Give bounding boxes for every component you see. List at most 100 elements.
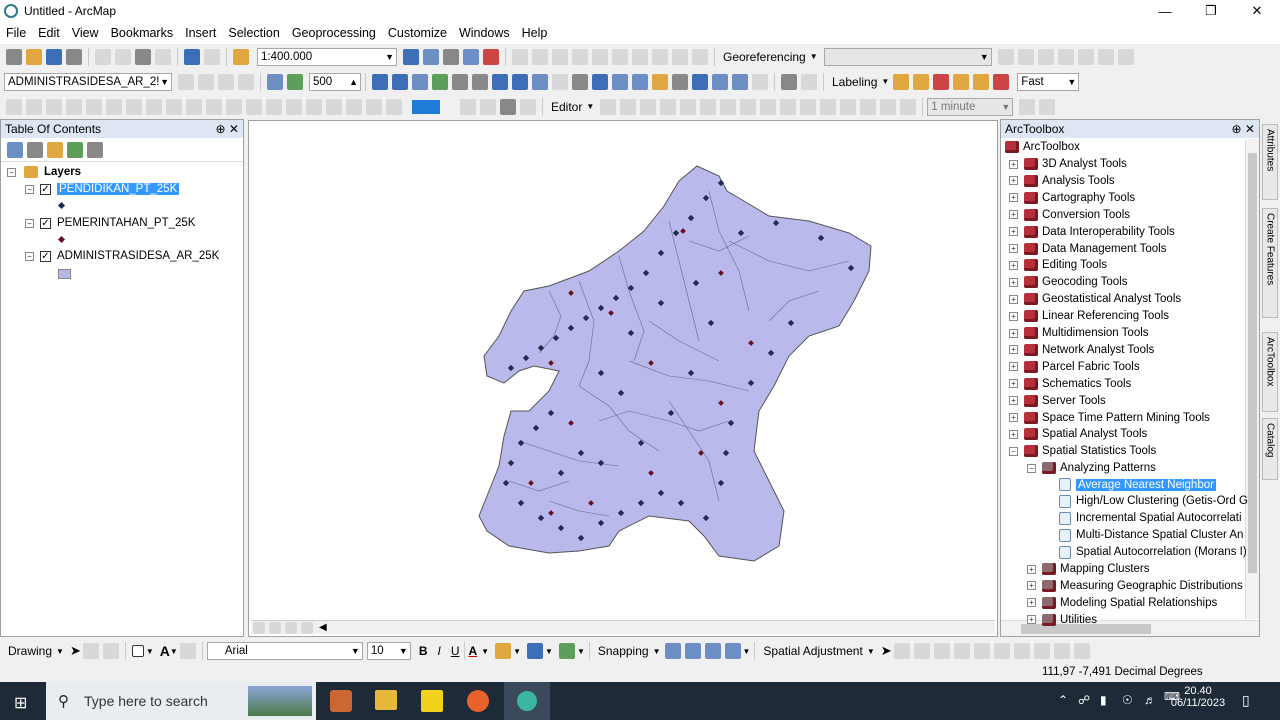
adjust-tool-9-icon[interactable] bbox=[1053, 643, 1070, 659]
disabled-tool-7-icon[interactable] bbox=[126, 98, 142, 115]
disabled-tool-5-icon[interactable] bbox=[86, 98, 102, 115]
arcmap-taskbar-button[interactable] bbox=[504, 682, 550, 720]
toc-layer-pendidikan[interactable]: − ✓ PENDIDIKAN_PT_25K bbox=[25, 183, 180, 195]
disabled-tool-6-icon[interactable] bbox=[106, 98, 122, 115]
disabled-tool-18-icon[interactable] bbox=[346, 98, 362, 115]
adjust-tool-1-icon[interactable] bbox=[893, 643, 910, 659]
toolbox-item[interactable]: + Multidimension Tools bbox=[1009, 327, 1149, 339]
expand-icon[interactable]: + bbox=[1009, 277, 1018, 287]
toolbox-item[interactable]: + Cartography Tools bbox=[1009, 191, 1135, 204]
zoom-whole-page-icon[interactable] bbox=[102, 643, 119, 659]
expand-icon[interactable]: + bbox=[1009, 345, 1018, 355]
toolbox-item[interactable]: − Spatial Statistics Tools bbox=[1009, 445, 1156, 458]
number-combo[interactable]: 500 ▲ bbox=[309, 72, 361, 91]
find-icon[interactable] bbox=[672, 73, 688, 90]
underline-button[interactable]: U bbox=[451, 644, 460, 658]
georef-tool-16-icon[interactable] bbox=[1097, 48, 1114, 65]
windows-start-icon[interactable]: ⊞ bbox=[14, 693, 27, 713]
rectangle-icon[interactable] bbox=[131, 645, 144, 657]
expand-icon[interactable]: + bbox=[1027, 581, 1036, 591]
layer-visibility-checkbox[interactable]: ✓ bbox=[40, 250, 51, 262]
list-by-source-icon[interactable] bbox=[27, 141, 43, 158]
georef-tool-2-icon[interactable] bbox=[532, 48, 548, 65]
disabled-tool-22-icon[interactable] bbox=[480, 98, 496, 115]
snapping-menu[interactable]: Snapping bbox=[594, 644, 653, 658]
toolset-item[interactable]: + Utilities bbox=[1027, 613, 1097, 626]
edit-tool-13-icon[interactable] bbox=[840, 98, 857, 115]
maximize-button[interactable]: ❐ bbox=[1188, 0, 1234, 22]
disabled-tool-9-icon[interactable] bbox=[166, 98, 182, 115]
time-step-combo[interactable]: 1 minute ▼ bbox=[927, 97, 1014, 116]
list-by-visibility-icon[interactable] bbox=[47, 141, 63, 158]
select-elements-icon[interactable] bbox=[572, 73, 588, 90]
expand-icon[interactable]: + bbox=[1009, 396, 1018, 406]
select-elements-arrow-icon[interactable]: ➤ bbox=[70, 643, 81, 659]
expand-icon[interactable]: + bbox=[1009, 379, 1018, 389]
show-hidden-icons-icon[interactable]: ⌃ bbox=[1058, 693, 1068, 707]
table-tool-icon[interactable] bbox=[267, 73, 283, 90]
menu-customize[interactable]: Customize bbox=[382, 26, 453, 40]
edit-tool-6-icon[interactable] bbox=[700, 98, 717, 115]
arctoolbox-pin-close[interactable]: ⊕ ✕ bbox=[1232, 122, 1255, 136]
lock-labels-icon[interactable] bbox=[953, 73, 970, 90]
search-window-icon[interactable] bbox=[463, 48, 479, 65]
toolbox-item[interactable]: + Data Management Tools bbox=[1009, 242, 1166, 255]
notification-center-icon[interactable]: ▯ bbox=[1242, 692, 1250, 709]
time-play-icon[interactable] bbox=[1019, 98, 1036, 115]
drawing-menu[interactable]: Drawing bbox=[4, 644, 56, 658]
text-tool-icon[interactable]: A bbox=[160, 643, 170, 659]
disabled-tool-3-icon[interactable] bbox=[46, 98, 62, 115]
expand-icon[interactable]: + bbox=[1009, 159, 1018, 169]
toc-layer-administrasi[interactable]: − ✓ ADMINISTRASIDESA_AR_25K bbox=[25, 250, 219, 262]
disabled-tool-14-icon[interactable] bbox=[266, 98, 282, 115]
zoom-in-icon[interactable] bbox=[372, 73, 388, 90]
expand-icon[interactable]: − bbox=[1009, 446, 1018, 456]
menu-help[interactable]: Help bbox=[516, 26, 554, 40]
edit-tool-9-icon[interactable] bbox=[760, 98, 777, 115]
minimize-button[interactable]: — bbox=[1142, 0, 1188, 22]
georef-tool-7-icon[interactable] bbox=[632, 48, 648, 65]
disabled-tool-17-icon[interactable] bbox=[326, 98, 342, 115]
html-popup-icon[interactable] bbox=[632, 73, 648, 90]
side-tab-catalog[interactable]: Catalog bbox=[1262, 418, 1278, 480]
toolbox-item[interactable]: + Conversion Tools bbox=[1009, 208, 1130, 221]
scroll-left-icon[interactable]: ◀ bbox=[319, 622, 327, 633]
georef-tool-10-icon[interactable] bbox=[692, 48, 708, 65]
adjust-tool-6-icon[interactable] bbox=[993, 643, 1010, 659]
expand-icon[interactable]: + bbox=[1009, 413, 1018, 422]
measure-icon[interactable] bbox=[652, 73, 668, 90]
battery-icon[interactable]: ▮ bbox=[1100, 693, 1107, 707]
toolset-item[interactable]: + Modeling Spatial Relationships bbox=[1027, 596, 1217, 609]
adjust-select-icon[interactable]: ➤ bbox=[881, 643, 892, 659]
georef-tool-17-icon[interactable] bbox=[1117, 48, 1134, 65]
georef-tool-1-icon[interactable] bbox=[512, 48, 528, 65]
add-data-icon[interactable] bbox=[233, 48, 249, 65]
toolbox-item[interactable]: + Spatial Analyst Tools bbox=[1009, 428, 1147, 441]
undo-icon[interactable] bbox=[184, 48, 200, 65]
open-icon[interactable] bbox=[26, 48, 42, 65]
rotate-tool-icon[interactable] bbox=[287, 73, 303, 90]
marker-color-icon[interactable] bbox=[558, 643, 575, 659]
tool-item[interactable]: Multi-Distance Spatial Cluster An bbox=[1059, 528, 1243, 542]
edit-tool-16-icon[interactable] bbox=[900, 98, 917, 115]
effects-tool-3-icon[interactable] bbox=[218, 73, 234, 90]
list-by-drawing-order-icon[interactable] bbox=[7, 141, 23, 158]
font-size-combo[interactable]: 10 ▼ bbox=[366, 642, 411, 660]
back-extent-icon[interactable] bbox=[492, 73, 508, 90]
georef-tool-12-icon[interactable] bbox=[1017, 48, 1034, 65]
expand-icon[interactable]: + bbox=[1009, 227, 1018, 237]
labeling-menu[interactable]: Labeling bbox=[828, 75, 881, 89]
vertex-snapping-icon[interactable] bbox=[704, 643, 721, 659]
disabled-tool-4-icon[interactable] bbox=[66, 98, 82, 115]
adjust-tool-7-icon[interactable] bbox=[1013, 643, 1030, 659]
edit-tool-14-icon[interactable] bbox=[860, 98, 877, 115]
hyperlink-icon[interactable] bbox=[612, 73, 628, 90]
catalog-window-icon[interactable] bbox=[443, 48, 459, 65]
disabled-tool-21-icon[interactable] bbox=[460, 98, 476, 115]
menu-file[interactable]: File bbox=[0, 26, 32, 40]
expand-icon[interactable]: + bbox=[1009, 362, 1018, 372]
select-features-icon[interactable] bbox=[532, 73, 548, 90]
effects-tool-1-icon[interactable] bbox=[178, 73, 194, 90]
pause-labeling-icon[interactable] bbox=[973, 73, 990, 90]
layer-visibility-checkbox[interactable]: ✓ bbox=[40, 183, 51, 195]
